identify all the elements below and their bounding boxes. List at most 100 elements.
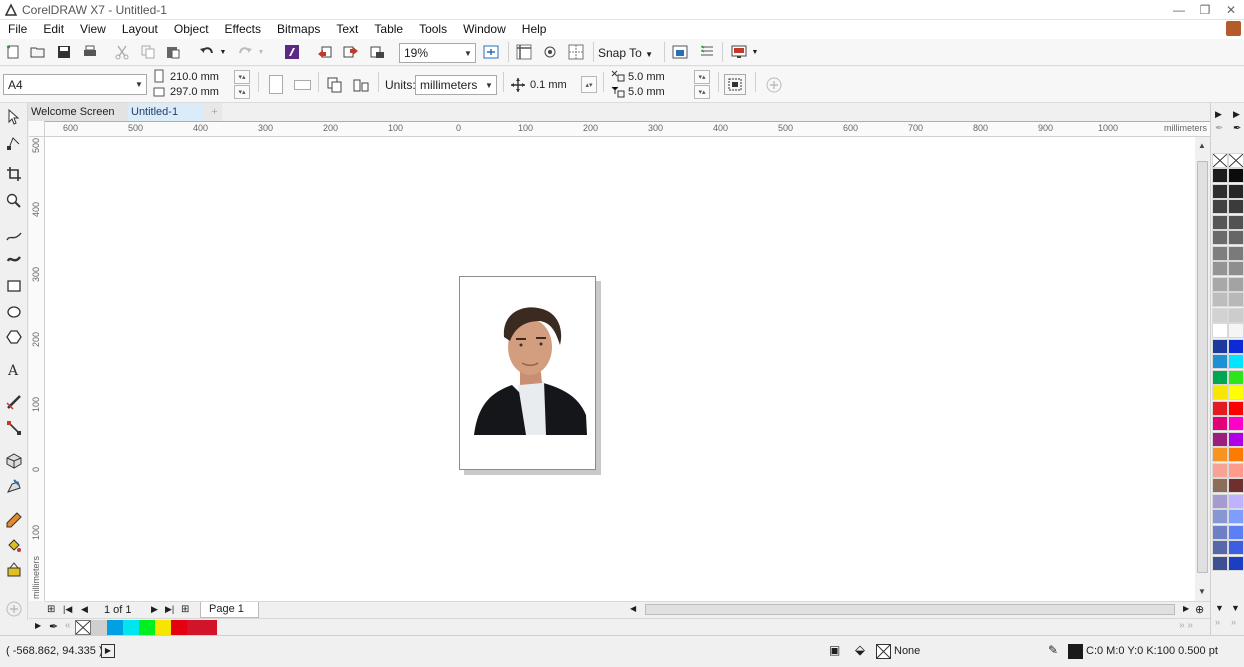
drop-shadow-tool-icon[interactable] (5, 452, 23, 470)
last-page-icon[interactable]: ▶| (165, 604, 174, 615)
palette-color-swatch[interactable] (1228, 168, 1244, 183)
add-page-before-icon[interactable]: ⊞ (47, 604, 55, 615)
undo-icon[interactable] (198, 43, 216, 61)
tab-welcome-screen[interactable]: Welcome Screen (28, 103, 128, 121)
palette-color-swatch[interactable] (1212, 261, 1228, 276)
zoom-dropdown-icon[interactable]: ▼ (461, 44, 475, 62)
duplicate-x-spinner[interactable]: ▾▴ (694, 70, 710, 84)
palette-color-swatch[interactable] (1212, 354, 1228, 369)
palette-color-swatch[interactable] (1212, 540, 1228, 555)
palette-color-swatch[interactable] (1228, 462, 1244, 478)
no-fill-swatch[interactable] (1228, 153, 1244, 168)
scroll-left-icon[interactable]: ◀ (630, 604, 636, 613)
palette-color-swatch[interactable] (1228, 199, 1244, 214)
palette-color-swatch[interactable] (1212, 524, 1228, 540)
palette-color-swatch[interactable] (1228, 540, 1244, 555)
color-swatch[interactable] (155, 620, 171, 635)
zoom-one-shot-icon[interactable]: ⊕ (1195, 603, 1204, 616)
vertical-ruler[interactable]: 500 400 300 200 100 0 100 millimeters (29, 137, 45, 601)
palette-back-icon[interactable]: « (65, 620, 71, 631)
quick-customize-icon[interactable] (765, 76, 783, 94)
palette-color-swatch[interactable] (1212, 245, 1228, 261)
palette-color-swatch[interactable] (1228, 431, 1244, 447)
redo-icon[interactable] (236, 43, 254, 61)
menu-effects[interactable]: Effects (217, 20, 269, 39)
menu-edit[interactable]: Edit (35, 20, 72, 39)
horizontal-scroll-thumb[interactable] (645, 604, 1175, 615)
next-page-icon[interactable]: ▶ (151, 604, 158, 615)
palette-flyout-icon[interactable]: ▶ (35, 621, 41, 630)
show-grid-icon[interactable] (541, 43, 559, 61)
play-icon[interactable]: ▶ (101, 644, 115, 658)
palette-color-swatch[interactable] (1228, 493, 1244, 509)
page-height-field[interactable]: 297.0 mm (170, 85, 219, 99)
palette-eyedropper-icon[interactable]: ✒ (49, 620, 58, 633)
add-page-after-icon[interactable]: ⊞ (181, 604, 189, 615)
palette-color-swatch[interactable] (1212, 509, 1228, 524)
duplicate-y-field[interactable]: 5.0 mm (628, 85, 665, 99)
menu-bitmaps[interactable]: Bitmaps (269, 20, 328, 39)
vertical-scrollbar[interactable]: ▲ ▼ (1195, 137, 1210, 601)
palette-color-swatch[interactable] (1212, 323, 1228, 338)
page-width-field[interactable]: 210.0 mm (170, 70, 219, 84)
menu-help[interactable]: Help (514, 20, 555, 39)
palette-expand-icon[interactable]: ▶ (1215, 109, 1222, 120)
welcome-dropdown-icon[interactable]: ▼ (750, 43, 760, 61)
palette-color-swatch[interactable] (1228, 416, 1244, 431)
palette-color-swatch[interactable] (1212, 400, 1228, 416)
nudge-distance-spinner[interactable]: ▴▾ (581, 76, 597, 93)
palette-color-swatch[interactable] (1212, 447, 1228, 462)
menu-table[interactable]: Table (366, 20, 411, 39)
units-dropdown-icon[interactable]: ▼ (482, 76, 496, 94)
first-page-icon[interactable]: |◀ (63, 604, 72, 615)
zoom-level-combo[interactable]: 19% ▼ (399, 43, 476, 63)
text-tool-icon[interactable]: A (5, 361, 23, 379)
scroll-up-icon[interactable]: ▲ (1198, 141, 1206, 150)
shape-tool-icon[interactable] (5, 134, 23, 152)
palette-color-swatch[interactable] (1212, 493, 1228, 509)
nudge-distance-field[interactable]: 0.1 mm (530, 78, 567, 92)
palette-color-swatch[interactable] (1212, 307, 1228, 323)
portrait-orientation-button[interactable] (269, 75, 283, 94)
palette-color-swatch[interactable] (1228, 276, 1244, 292)
palette-more-icon[interactable]: » (1215, 617, 1220, 627)
page-height-spinner[interactable]: ▾▴ (234, 85, 250, 99)
page-size-combo[interactable]: A4 ▼ (3, 74, 147, 95)
palette-color-swatch[interactable] (1212, 431, 1228, 447)
undo-dropdown-icon[interactable]: ▼ (218, 43, 228, 61)
fill-bucket-icon[interactable]: ⬙ (855, 642, 865, 658)
palette-color-swatch[interactable] (1228, 478, 1244, 493)
pick-tool-icon[interactable] (5, 108, 23, 126)
palette-scroll-icon[interactable]: » » (1179, 620, 1193, 631)
close-icon[interactable]: ✕ (1218, 0, 1244, 20)
palette-color-swatch[interactable] (1212, 292, 1228, 307)
palette-color-swatch[interactable] (1212, 555, 1228, 571)
palette-color-swatch[interactable] (1212, 230, 1228, 245)
all-pages-icon[interactable] (326, 76, 344, 94)
document-page[interactable] (459, 276, 596, 470)
palette-color-swatch[interactable] (1212, 416, 1228, 431)
drawing-canvas[interactable] (45, 137, 1195, 601)
landscape-orientation-button[interactable] (294, 80, 311, 90)
show-guidelines-icon[interactable] (567, 43, 585, 61)
page-width-spinner[interactable]: ▾▴ (234, 70, 250, 84)
publish-pdf-icon[interactable] (368, 43, 386, 61)
smart-fill-tool-icon[interactable] (5, 561, 23, 579)
snap-to-button[interactable]: Snap To ▼ (598, 44, 653, 62)
palette-eyedropper-icon[interactable]: ✒ (1233, 123, 1241, 134)
palette-color-swatch[interactable] (1228, 509, 1244, 524)
page-size-dropdown-icon[interactable]: ▼ (132, 75, 146, 93)
snap-to-dropdown-icon[interactable]: ▼ (645, 50, 653, 59)
scroll-down-icon[interactable]: ▼ (1198, 587, 1206, 596)
previous-page-icon[interactable]: ◀ (81, 604, 88, 615)
cut-icon[interactable] (113, 43, 131, 61)
palette-color-swatch[interactable] (1212, 385, 1228, 400)
rectangle-tool-icon[interactable] (5, 277, 23, 295)
parallel-dimension-tool-icon[interactable] (5, 393, 23, 411)
paste-icon[interactable] (164, 43, 182, 61)
redo-dropdown-icon[interactable]: ▼ (256, 43, 266, 61)
outline-pen-icon[interactable]: ✎ (1048, 643, 1058, 657)
palette-color-swatch[interactable] (1228, 261, 1244, 276)
import-icon[interactable] (316, 43, 334, 61)
menu-tools[interactable]: Tools (411, 20, 455, 39)
